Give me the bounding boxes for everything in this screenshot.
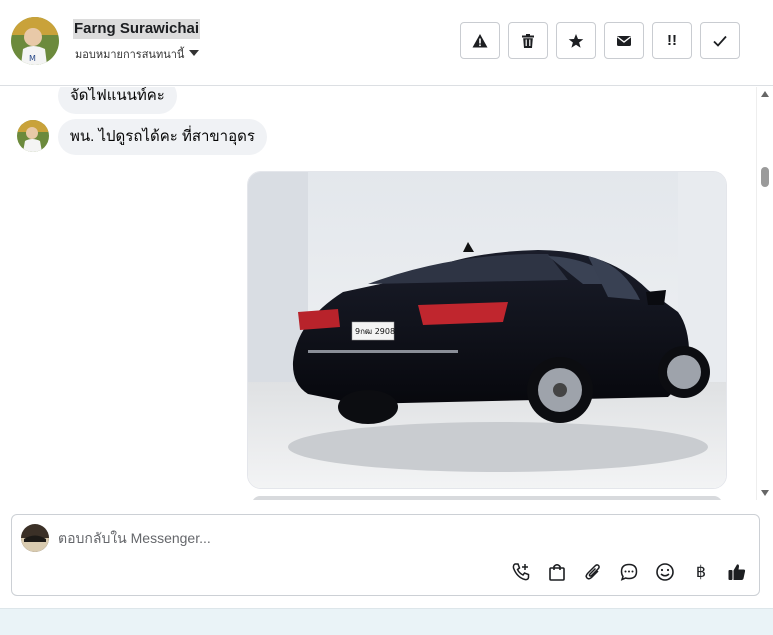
svg-text:M: M <box>29 54 36 63</box>
next-attachment-preview[interactable] <box>252 496 722 500</box>
chat-bubble-icon[interactable] <box>618 561 640 583</box>
baht-icon[interactable]: ฿ <box>690 561 712 583</box>
trash-icon <box>522 33 534 48</box>
scrollbar-thumb[interactable] <box>761 167 769 187</box>
thread-scrollbar[interactable] <box>756 87 773 500</box>
scroll-up-icon[interactable] <box>761 91 769 97</box>
contact-name[interactable]: Farng Surawichai <box>73 19 201 39</box>
chevron-down-icon <box>189 49 200 56</box>
mark-done-button[interactable] <box>700 22 740 59</box>
reply-input[interactable] <box>58 527 658 549</box>
message-thread[interactable]: จัดไฟแนนท์คะ พน. ไปดูรถได้คะ ที่สาขาอุดร <box>0 87 773 500</box>
report-spam-button[interactable] <box>460 22 500 59</box>
check-icon <box>713 35 727 47</box>
car-photo-attachment[interactable]: 9กฒ 2908 <box>247 171 727 489</box>
scroll-down-icon[interactable] <box>761 490 769 496</box>
double-exclamation-icon: !! <box>667 32 677 49</box>
composer-toolbar: ฿ <box>510 561 748 583</box>
bottom-bar <box>0 608 773 635</box>
message-bubble: พน. ไปดูรถได้คะ ที่สาขาอุดร <box>58 119 267 155</box>
assign-conversation-dropdown[interactable]: มอบหมายการสนทนานี้ <box>75 45 200 63</box>
star-icon <box>568 33 584 48</box>
smiley-icon[interactable] <box>654 561 676 583</box>
sender-avatar <box>17 120 49 152</box>
mark-important-button[interactable]: !! <box>652 22 692 59</box>
warning-icon <box>472 33 488 47</box>
conversation-actions: !! <box>460 22 740 59</box>
conversation-header: M Farng Surawichai มอบหมายการสนทนานี้ !! <box>0 0 773 86</box>
thumbs-up-icon[interactable] <box>726 561 748 583</box>
license-plate-text: 9กฒ 2908 <box>355 327 395 336</box>
phone-add-icon[interactable] <box>510 561 532 583</box>
page-avatar <box>21 524 49 552</box>
message-bubble: จัดไฟแนนท์คะ <box>58 87 177 114</box>
contact-avatar[interactable]: M <box>11 17 59 65</box>
mark-unread-button[interactable] <box>604 22 644 59</box>
star-button[interactable] <box>556 22 596 59</box>
paperclip-icon[interactable] <box>582 561 604 583</box>
envelope-icon <box>617 35 631 46</box>
delete-button[interactable] <box>508 22 548 59</box>
assign-label: มอบหมายการสนทนานี้ <box>75 49 185 61</box>
reply-composer: ฿ <box>11 514 760 596</box>
shopping-bag-icon[interactable] <box>546 561 568 583</box>
